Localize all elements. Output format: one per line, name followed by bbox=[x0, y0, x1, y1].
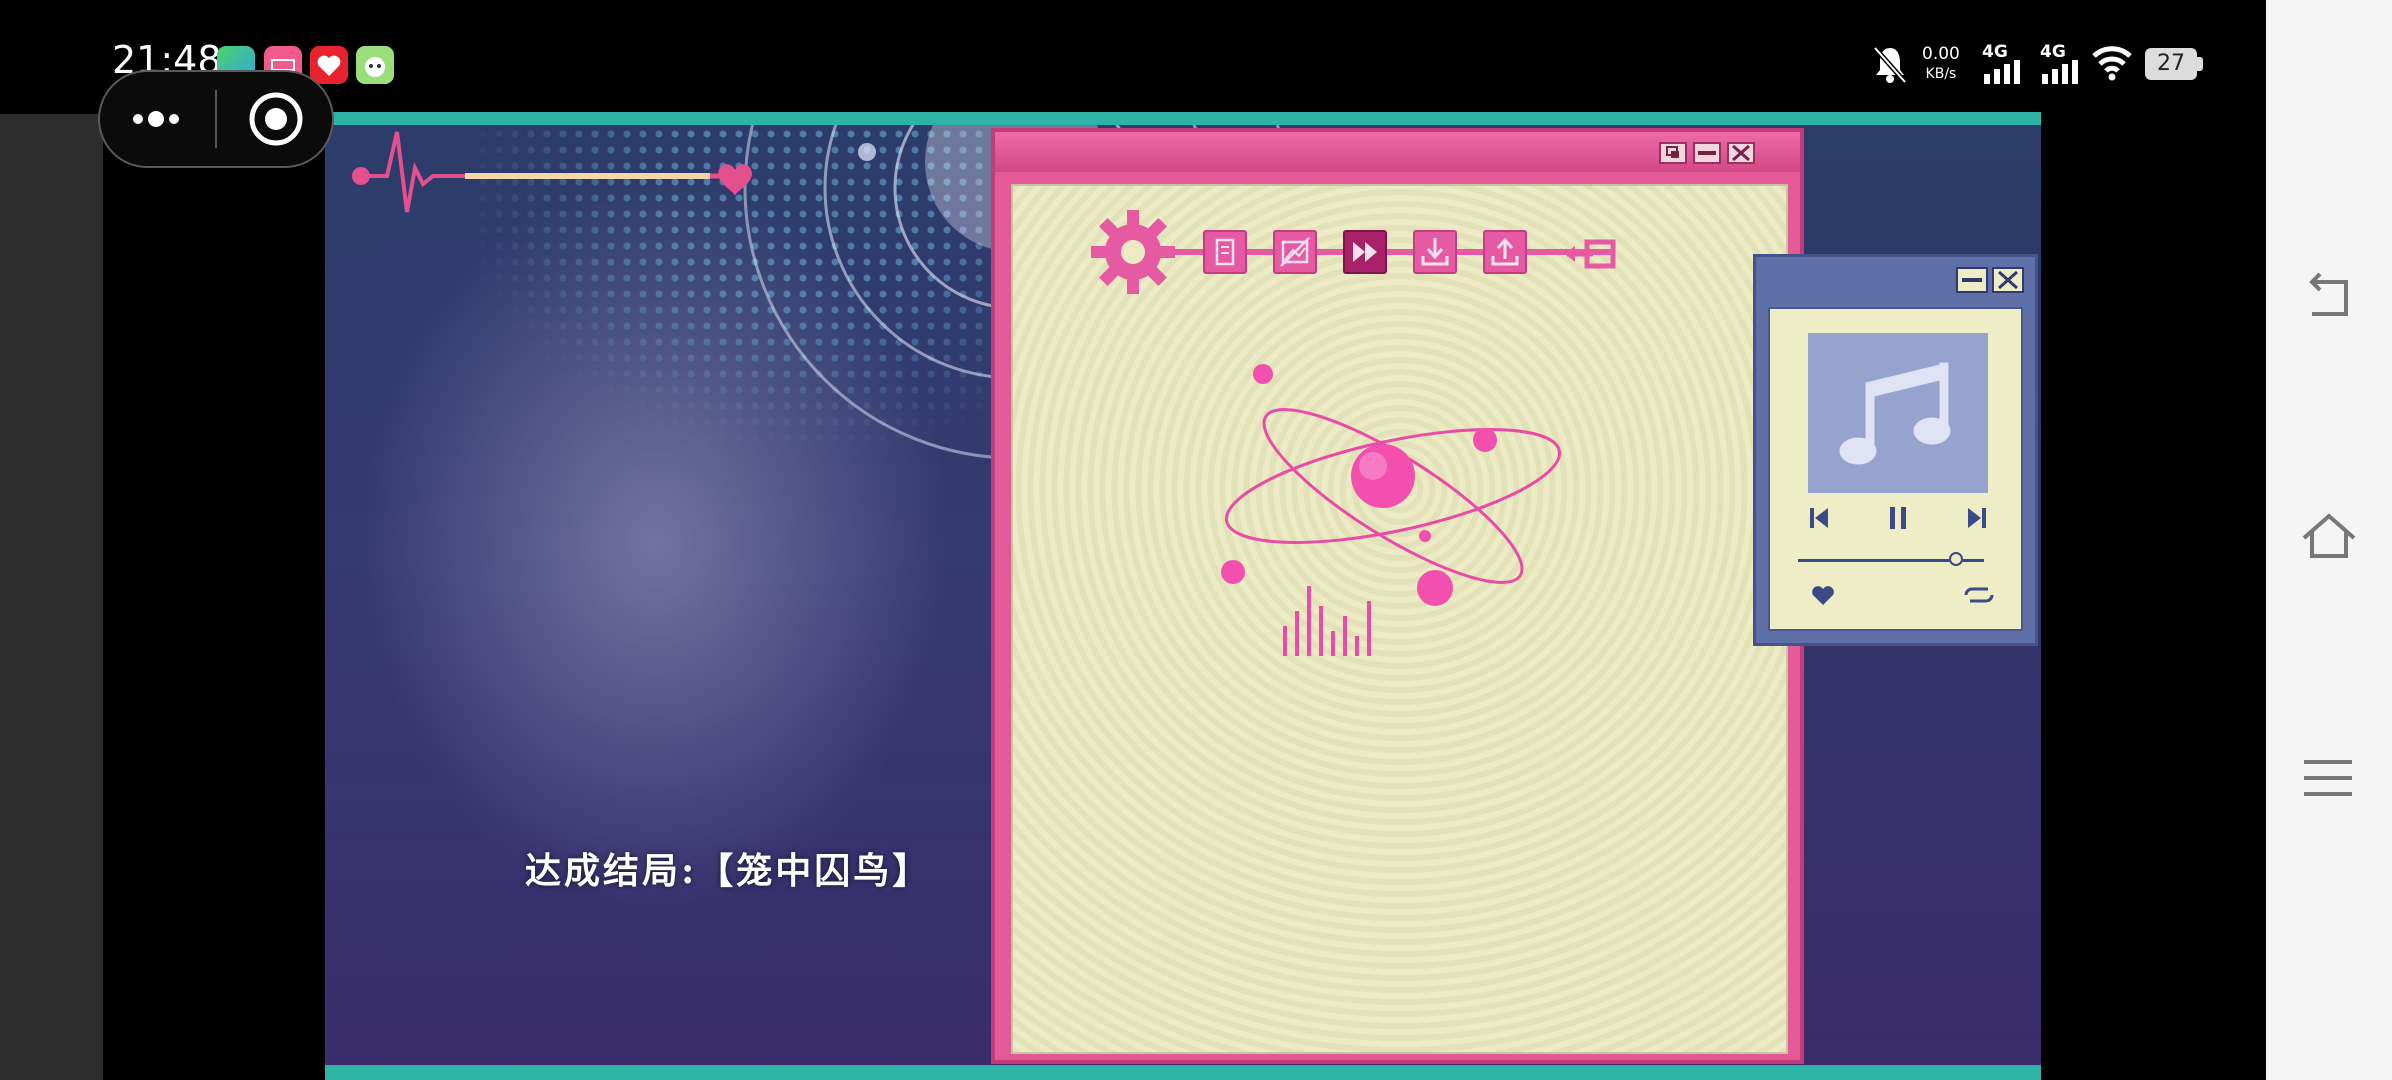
signal-type-1: 4G bbox=[1982, 42, 2008, 62]
download-icon[interactable] bbox=[1413, 230, 1457, 274]
atom-illustration bbox=[1221, 364, 1562, 656]
close-icon[interactable] bbox=[1727, 142, 1755, 164]
exit-arrow-icon[interactable] bbox=[1563, 236, 1619, 276]
bottom-frame-bar bbox=[325, 1065, 2041, 1080]
paper-content-area bbox=[1011, 184, 1788, 1054]
signal-bars-icon bbox=[2042, 60, 2078, 84]
main-window bbox=[991, 128, 1804, 1064]
progress-knob[interactable] bbox=[1949, 552, 1964, 566]
left-edge-strip bbox=[0, 114, 103, 1080]
next-track-icon[interactable] bbox=[1966, 505, 1988, 535]
signal-1: 4G bbox=[1982, 42, 2020, 84]
upload-icon[interactable] bbox=[1483, 230, 1527, 274]
restore-icon[interactable] bbox=[1659, 142, 1687, 164]
capsule-divider bbox=[215, 90, 217, 148]
ending-message: 达成结局:【笼中囚鸟】 bbox=[525, 850, 932, 892]
fast-forward-icon[interactable] bbox=[1343, 230, 1387, 274]
home-icon[interactable] bbox=[2298, 508, 2360, 566]
notebook-icon[interactable] bbox=[1203, 230, 1247, 274]
net-speed: 0.00 KB/s bbox=[1922, 44, 1960, 84]
mute-bell-icon bbox=[1872, 44, 1908, 88]
miniprogram-capsule bbox=[98, 70, 334, 168]
battery-icon: 27 bbox=[2145, 48, 2197, 80]
signal-bars-icon bbox=[1984, 60, 2020, 84]
minimize-icon[interactable] bbox=[1956, 267, 1988, 293]
net-speed-value: 0.00 bbox=[1922, 44, 1960, 64]
signal-2: 4G bbox=[2040, 42, 2078, 84]
battery-tip bbox=[2197, 57, 2203, 71]
more-dots-icon[interactable] bbox=[128, 96, 188, 146]
heart-icon[interactable] bbox=[1810, 583, 1836, 611]
heartbeat-line-icon bbox=[352, 131, 752, 213]
wifi-icon bbox=[2090, 44, 2134, 86]
app-icon-cartoon bbox=[356, 46, 394, 84]
minimize-icon[interactable] bbox=[1693, 142, 1721, 164]
pause-icon[interactable] bbox=[1887, 505, 1909, 535]
target-close-icon[interactable] bbox=[248, 90, 308, 154]
app-icon-red bbox=[310, 46, 348, 84]
album-art bbox=[1808, 333, 1988, 493]
menu-icon[interactable] bbox=[2300, 756, 2356, 804]
close-icon[interactable] bbox=[1992, 267, 2024, 293]
signal-type-2: 4G bbox=[2040, 42, 2066, 62]
gear-icon[interactable] bbox=[1089, 208, 1177, 300]
music-player-window bbox=[1753, 254, 2038, 646]
loop-icon[interactable] bbox=[1962, 585, 1996, 609]
net-speed-unit: KB/s bbox=[1925, 66, 1957, 82]
top-frame-bar bbox=[325, 112, 2041, 125]
music-note-icon bbox=[1839, 362, 1951, 465]
music-player-panel bbox=[1768, 307, 2023, 631]
previous-track-icon[interactable] bbox=[1808, 505, 1830, 535]
hide-image-icon[interactable] bbox=[1273, 230, 1317, 274]
game-viewport[interactable]: 达成结局:【笼中囚鸟】 bbox=[325, 112, 2041, 1080]
navigation-bar bbox=[2266, 0, 2392, 1080]
back-icon[interactable] bbox=[2302, 270, 2358, 326]
